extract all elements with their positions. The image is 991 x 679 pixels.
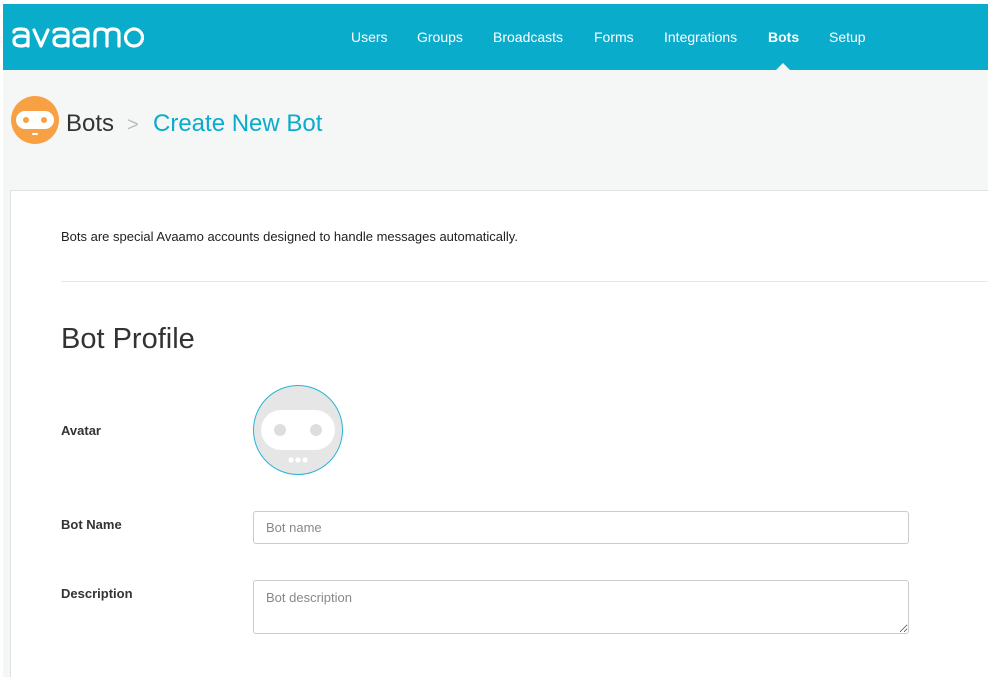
bot-name-label: Bot Name [61,517,122,532]
bot-description-input[interactable] [253,580,909,634]
app-window: Users Groups Broadcasts Forms Integratio… [3,4,988,677]
nav-broadcasts[interactable]: Broadcasts [493,29,563,46]
nav-forms[interactable]: Forms [594,29,634,46]
bot-face-icon [11,96,59,144]
avaamo-logo[interactable] [11,24,145,52]
nav-integrations[interactable]: Integrations [664,29,737,46]
nav-groups[interactable]: Groups [417,29,463,46]
active-nav-indicator [776,63,790,70]
avatar-upload[interactable] [253,385,343,475]
nav-setup[interactable]: Setup [829,29,866,46]
intro-text: Bots are special Avaamo accounts designe… [61,229,518,244]
bot-name-input[interactable] [253,511,909,544]
breadcrumb-separator: > [127,114,139,136]
bot-avatar-icon [261,410,335,463]
description-label: Description [61,586,133,601]
page-title: Create New Bot [153,110,323,137]
top-nav-bar: Users Groups Broadcasts Forms Integratio… [3,4,988,70]
nav-bots[interactable]: Bots [768,29,799,46]
section-divider [61,281,988,282]
bot-profile-card: Bots are special Avaamo accounts designe… [10,190,988,677]
section-title: Bot Profile [61,323,195,355]
nav-users[interactable]: Users [351,29,388,46]
avatar-label: Avatar [61,423,101,438]
breadcrumb-bots[interactable]: Bots [66,110,114,138]
